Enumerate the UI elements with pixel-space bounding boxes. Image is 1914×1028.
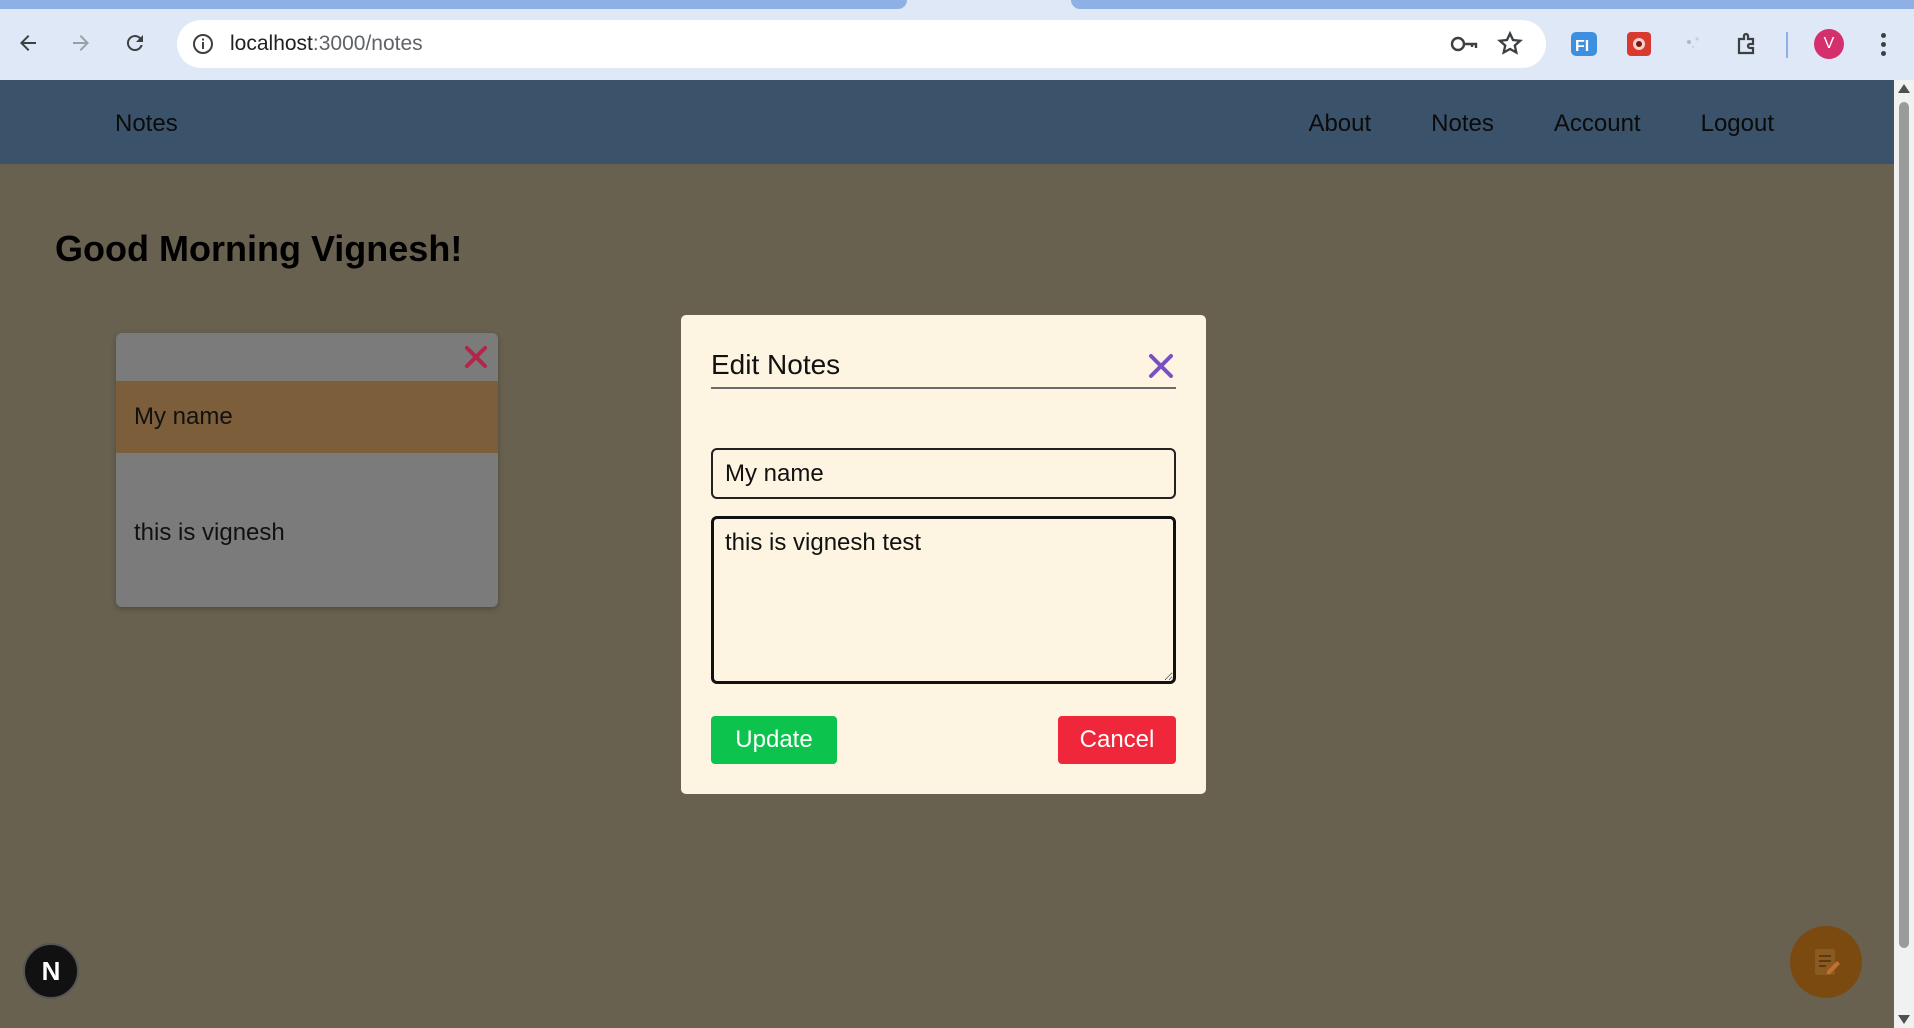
browser-menu-icon[interactable] <box>1870 28 1896 60</box>
profile-avatar[interactable]: V <box>1814 29 1844 59</box>
nextjs-dev-badge[interactable]: N <box>23 943 79 999</box>
modal-header: Edit Notes <box>711 347 1176 389</box>
scroll-down-icon[interactable] <box>1898 1015 1910 1024</box>
address-bar[interactable]: localhost:3000/notes <box>177 20 1546 68</box>
greeting-heading: Good Morning Vignesh! <box>55 228 463 269</box>
brand-link[interactable]: Notes <box>115 110 178 138</box>
puzzle-game-extension-icon[interactable] <box>1624 29 1654 59</box>
browser-chrome: localhost:3000/notes FI V <box>0 0 1914 80</box>
site-info-icon[interactable] <box>189 30 217 58</box>
scrollbar-thumb[interactable] <box>1899 102 1909 948</box>
url-path: :3000/notes <box>312 32 423 55</box>
url-text[interactable]: localhost:3000/notes <box>230 32 423 56</box>
tab-strip <box>0 0 1914 9</box>
tab-left[interactable] <box>0 0 907 9</box>
back-button[interactable] <box>11 26 45 60</box>
arrow-left-icon <box>20 35 36 51</box>
extensions-icon[interactable] <box>1733 29 1763 59</box>
arrow-right-icon <box>73 35 89 51</box>
update-button[interactable]: Update <box>711 716 837 764</box>
svg-text:FI: FI <box>1575 38 1589 55</box>
url-host: localhost <box>230 32 313 55</box>
modal-title: Edit Notes <box>711 349 841 380</box>
cancel-button[interactable]: Cancel <box>1058 716 1176 764</box>
star-icon[interactable] <box>1496 30 1524 58</box>
page-viewport: Notes About Notes Account Logout Good Mo… <box>0 80 1894 1028</box>
note-card-header <box>116 333 498 381</box>
toolbar-separator <box>1786 32 1788 58</box>
reload-icon <box>126 35 143 52</box>
edit-notes-modal: Edit Notes this is vignesh test Update C… <box>681 315 1206 794</box>
reload-button[interactable] <box>118 26 152 60</box>
page-scrollbar[interactable] <box>1894 80 1914 1028</box>
scroll-up-icon[interactable] <box>1898 84 1910 93</box>
nav-link-logout[interactable]: Logout <box>1701 110 1774 138</box>
fi-extension-icon[interactable]: FI <box>1569 29 1599 59</box>
note-title-input[interactable] <box>711 448 1176 499</box>
note-edit-icon <box>1815 949 1840 975</box>
nav-link-account[interactable]: Account <box>1554 110 1641 138</box>
nav-links: About Notes Account Logout <box>1308 110 1774 138</box>
key-icon[interactable] <box>1450 32 1478 56</box>
forward-button[interactable] <box>64 26 98 60</box>
nav-link-about[interactable]: About <box>1308 110 1371 138</box>
tab-right[interactable] <box>1071 0 1914 9</box>
note-card-title: My name <box>116 381 498 453</box>
close-icon[interactable] <box>1146 351 1176 381</box>
dots-extension-icon[interactable] <box>1678 29 1708 59</box>
app-navbar: Notes About Notes Account Logout <box>0 80 1894 164</box>
note-card[interactable]: My name this is vignesh <box>116 333 498 607</box>
note-card-body: this is vignesh <box>134 519 285 546</box>
delete-note-icon[interactable] <box>462 343 490 371</box>
add-note-button[interactable] <box>1790 926 1862 998</box>
note-body-textarea[interactable]: this is vignesh test <box>711 516 1176 684</box>
nav-link-notes[interactable]: Notes <box>1431 110 1494 138</box>
